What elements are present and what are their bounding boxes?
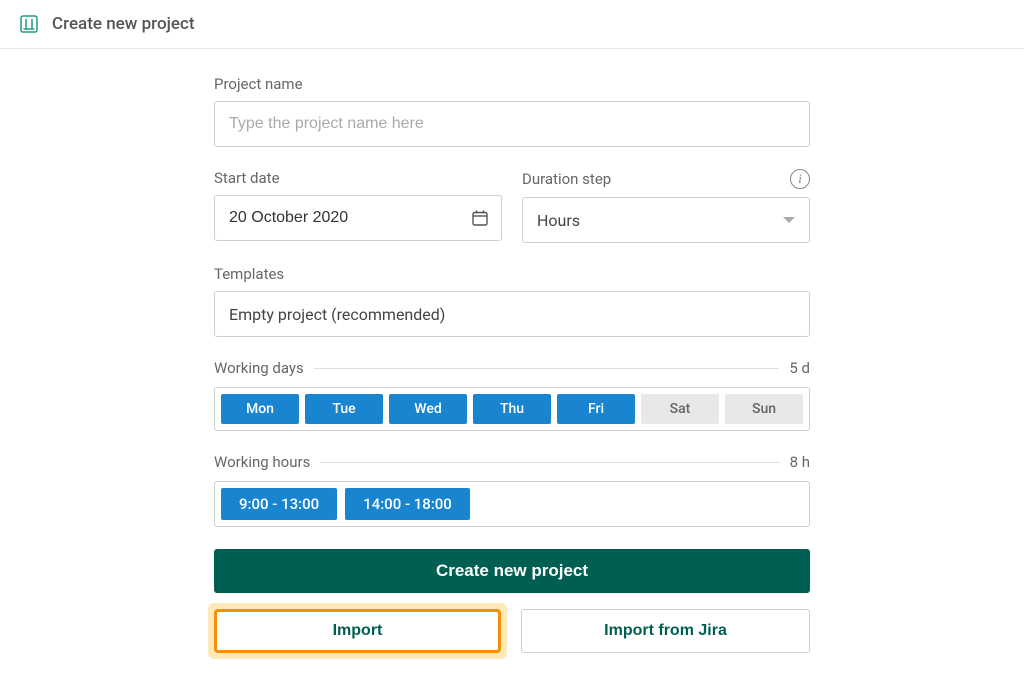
day-chip-sun[interactable]: Sun — [725, 394, 803, 424]
start-date-input[interactable] — [214, 195, 502, 241]
chevron-down-icon — [783, 217, 795, 223]
working-days-label: Working days — [214, 359, 304, 377]
templates-select[interactable]: Empty project (recommended) — [214, 291, 810, 337]
calendar-icon[interactable] — [470, 208, 490, 228]
app-logo-icon — [20, 15, 38, 33]
create-project-form: Project name Start date Duration step — [214, 49, 810, 679]
info-icon[interactable]: i — [790, 169, 810, 189]
import-from-jira-button[interactable]: Import from Jira — [521, 609, 810, 653]
divider — [320, 462, 779, 463]
day-chip-sat[interactable]: Sat — [641, 394, 719, 424]
duration-step-select[interactable]: Hours — [522, 197, 810, 243]
duration-step-label: Duration step — [522, 170, 611, 188]
day-chip-mon[interactable]: Mon — [221, 394, 299, 424]
page-title: Create new project — [52, 14, 195, 34]
working-days-summary: 5 d — [789, 359, 810, 377]
hour-range-chip[interactable]: 9:00 - 13:00 — [221, 488, 337, 520]
working-days-container: MonTueWedThuFriSatSun — [214, 387, 810, 431]
working-hours-summary: 8 h — [790, 453, 810, 471]
day-chip-wed[interactable]: Wed — [389, 394, 467, 424]
project-name-label: Project name — [214, 75, 810, 93]
project-name-input[interactable] — [214, 101, 810, 147]
divider — [314, 368, 780, 369]
hour-range-chip[interactable]: 14:00 - 18:00 — [345, 488, 470, 520]
working-hours-label: Working hours — [214, 453, 310, 471]
duration-step-value: Hours — [537, 211, 580, 230]
start-date-label: Start date — [214, 169, 502, 187]
import-button[interactable]: Import — [214, 609, 501, 653]
templates-label: Templates — [214, 265, 810, 283]
page-header: Create new project — [0, 0, 1024, 49]
templates-value: Empty project (recommended) — [229, 305, 445, 324]
day-chip-tue[interactable]: Tue — [305, 394, 383, 424]
import-highlight: Import — [208, 603, 507, 659]
create-project-button[interactable]: Create new project — [214, 549, 810, 593]
day-chip-thu[interactable]: Thu — [473, 394, 551, 424]
day-chip-fri[interactable]: Fri — [557, 394, 635, 424]
working-hours-container: 9:00 - 13:0014:00 - 18:00 — [214, 481, 810, 527]
